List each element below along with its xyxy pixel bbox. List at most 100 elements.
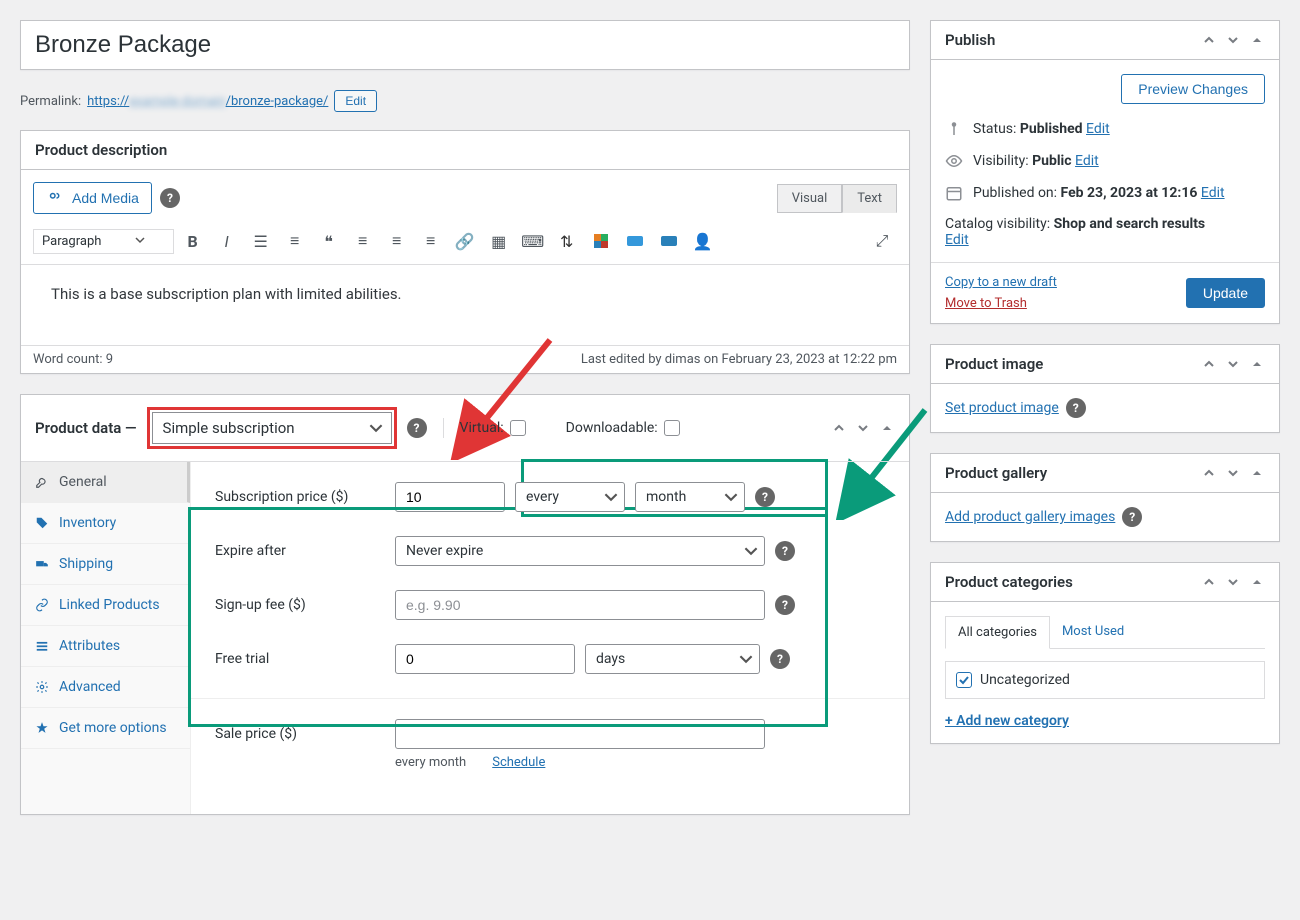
- copy-draft-link[interactable]: Copy to a new draft: [945, 275, 1057, 290]
- move-up-icon[interactable]: [1201, 465, 1217, 481]
- categories-tab-most-used[interactable]: Most Used: [1050, 616, 1136, 648]
- category-checkbox[interactable]: [956, 672, 972, 688]
- virtual-checkbox[interactable]: [510, 420, 526, 436]
- align-left-icon[interactable]: ≡: [348, 226, 378, 256]
- move-to-trash-link[interactable]: Move to Trash: [945, 296, 1057, 311]
- tool4-icon[interactable]: [654, 226, 684, 256]
- help-icon[interactable]: ?: [775, 541, 795, 561]
- ol-icon[interactable]: ≡: [280, 226, 310, 256]
- permalink-edit-button[interactable]: Edit: [334, 90, 377, 112]
- period-select[interactable]: month: [635, 482, 745, 512]
- chevron-down-icon: [744, 544, 758, 558]
- move-up-icon[interactable]: [831, 420, 847, 436]
- collapse-icon[interactable]: [1249, 465, 1265, 481]
- product-gallery-panel: Product gallery Add product gallery imag…: [930, 453, 1280, 542]
- product-gallery-heading: Product gallery: [945, 464, 1047, 482]
- star-icon: [35, 721, 49, 735]
- interval-select[interactable]: every: [515, 482, 625, 512]
- wrench-icon: [35, 475, 49, 489]
- expire-label: Expire after: [215, 543, 385, 559]
- description-heading: Product description: [35, 141, 167, 159]
- catalog-edit-link[interactable]: Edit: [945, 232, 969, 248]
- quote-icon[interactable]: ❝: [314, 226, 344, 256]
- sale-price-input[interactable]: [395, 719, 765, 749]
- tool1-icon[interactable]: ⇅: [552, 226, 582, 256]
- product-categories-panel: Product categories All categories Most U…: [930, 562, 1280, 744]
- downloadable-checkbox[interactable]: [664, 420, 680, 436]
- move-up-icon[interactable]: [1201, 32, 1217, 48]
- fullscreen-icon[interactable]: ⤢: [867, 226, 897, 256]
- help-icon[interactable]: ?: [1122, 507, 1142, 527]
- help-icon[interactable]: ?: [770, 649, 790, 669]
- media-icon: [46, 189, 64, 207]
- product-data-tabs: General Inventory Shipping Linked Produc…: [21, 462, 191, 814]
- visibility-edit-link[interactable]: Edit: [1075, 153, 1099, 169]
- move-down-icon[interactable]: [1225, 574, 1241, 590]
- align-center-icon[interactable]: ≡: [382, 226, 412, 256]
- move-down-icon[interactable]: [1225, 32, 1241, 48]
- move-up-icon[interactable]: [1201, 574, 1217, 590]
- tab-get-more[interactable]: Get more options: [21, 708, 190, 749]
- help-icon[interactable]: ?: [407, 418, 427, 438]
- paragraph-select[interactable]: Paragraph: [33, 229, 174, 254]
- tab-inventory[interactable]: Inventory: [21, 503, 190, 544]
- set-product-image-link[interactable]: Set product image: [945, 400, 1059, 416]
- help-icon[interactable]: ?: [160, 188, 180, 208]
- schedule-link[interactable]: Schedule: [492, 755, 545, 770]
- chevron-down-icon: [369, 421, 383, 435]
- category-item[interactable]: Uncategorized: [956, 672, 1254, 688]
- move-down-icon[interactable]: [855, 420, 871, 436]
- tool2-icon[interactable]: [586, 226, 616, 256]
- product-data-panel: Product data — Simple subscription ? Vir…: [20, 394, 910, 815]
- editor-tab-visual[interactable]: Visual: [777, 184, 843, 213]
- tool3-icon[interactable]: [620, 226, 650, 256]
- tab-linked[interactable]: Linked Products: [21, 585, 190, 626]
- trial-period-select[interactable]: days: [585, 644, 760, 674]
- tab-advanced[interactable]: Advanced: [21, 667, 190, 708]
- help-icon[interactable]: ?: [775, 595, 795, 615]
- align-right-icon[interactable]: ≡: [416, 226, 446, 256]
- ul-icon[interactable]: ☰: [246, 226, 276, 256]
- collapse-icon[interactable]: [1249, 32, 1265, 48]
- permalink-link[interactable]: https://example-domain/bronze-package/: [87, 94, 328, 109]
- bold-icon[interactable]: B: [178, 226, 208, 256]
- free-trial-input[interactable]: [395, 644, 575, 674]
- editor-tab-text[interactable]: Text: [842, 184, 897, 213]
- published-edit-link[interactable]: Edit: [1201, 185, 1225, 201]
- publish-panel: Publish Preview Changes Status: Publishe…: [930, 20, 1280, 324]
- tab-shipping[interactable]: Shipping: [21, 544, 190, 585]
- add-media-button[interactable]: Add Media: [33, 182, 152, 214]
- expire-select[interactable]: Never expire: [395, 536, 765, 566]
- product-image-panel: Product image Set product image ?: [930, 344, 1280, 433]
- editor-content[interactable]: This is a base subscription plan with li…: [21, 265, 909, 345]
- preview-changes-button[interactable]: Preview Changes: [1121, 74, 1265, 104]
- collapse-icon[interactable]: [1249, 356, 1265, 372]
- tab-general[interactable]: General: [21, 462, 190, 503]
- product-title-input[interactable]: [21, 21, 909, 69]
- add-gallery-images-link[interactable]: Add product gallery images: [945, 509, 1115, 525]
- last-edited: Last edited by dimas on February 23, 202…: [581, 352, 897, 367]
- keyboard-icon[interactable]: ⌨: [518, 226, 548, 256]
- move-up-icon[interactable]: [1201, 356, 1217, 372]
- italic-icon[interactable]: I: [212, 226, 242, 256]
- collapse-icon[interactable]: [879, 420, 895, 436]
- signup-fee-input[interactable]: [395, 590, 765, 620]
- product-type-select[interactable]: Simple subscription: [152, 412, 392, 444]
- add-category-link[interactable]: + Add new category: [945, 713, 1069, 729]
- subscription-price-input[interactable]: [395, 482, 505, 512]
- move-down-icon[interactable]: [1225, 356, 1241, 372]
- collapse-icon[interactable]: [1249, 574, 1265, 590]
- help-icon[interactable]: ?: [755, 487, 775, 507]
- product-image-heading: Product image: [945, 355, 1043, 373]
- help-icon[interactable]: ?: [1066, 398, 1086, 418]
- move-down-icon[interactable]: [1225, 465, 1241, 481]
- update-button[interactable]: Update: [1186, 278, 1265, 308]
- chevron-down-icon: [135, 235, 145, 245]
- user-icon[interactable]: 👤: [688, 226, 718, 256]
- title-box: [20, 20, 910, 70]
- link-icon[interactable]: 🔗: [450, 226, 480, 256]
- more-icon[interactable]: ▦: [484, 226, 514, 256]
- status-edit-link[interactable]: Edit: [1086, 121, 1110, 137]
- categories-tab-all[interactable]: All categories: [945, 616, 1050, 649]
- tab-attributes[interactable]: Attributes: [21, 626, 190, 667]
